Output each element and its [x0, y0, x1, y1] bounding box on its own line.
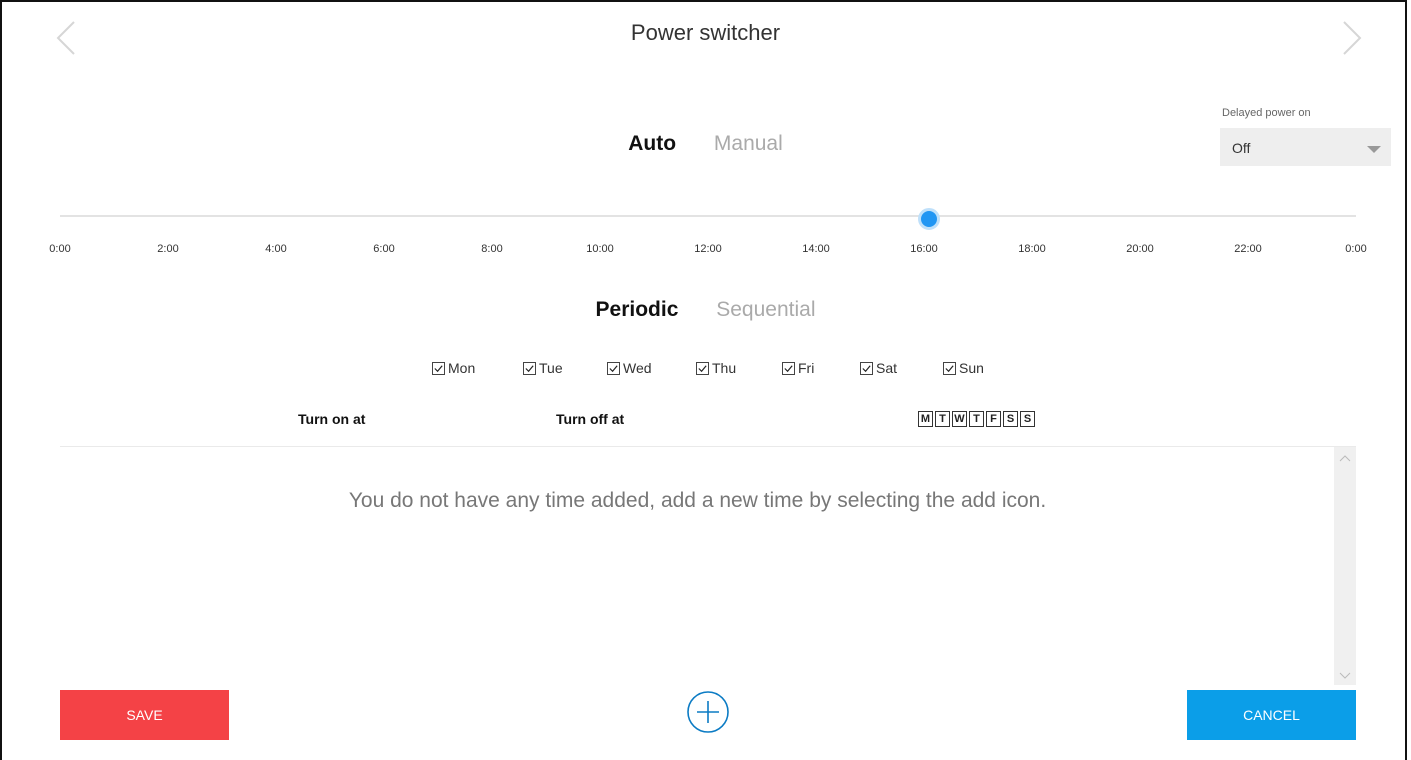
day-label: Sat	[876, 360, 898, 376]
mode-tabs: Auto Manual	[0, 132, 1411, 156]
weekday-letter: S	[1003, 411, 1018, 427]
tab-sequential[interactable]: Sequential	[716, 298, 815, 322]
day-label: Mon	[448, 360, 476, 376]
checkbox-checked-icon[interactable]	[860, 361, 873, 375]
timeline-tick: 10:00	[586, 243, 614, 255]
weekday-letter: T	[969, 411, 984, 427]
timeline-tick: 16:00	[910, 243, 938, 255]
day-checkbox-mon[interactable]: Mon	[432, 360, 475, 376]
plus-circle-icon[interactable]	[686, 690, 730, 734]
timeline-track[interactable]	[60, 215, 1356, 217]
day-label: Fri	[798, 360, 815, 376]
timeline-tick: 22:00	[1234, 243, 1262, 255]
scroll-down-icon[interactable]	[1339, 669, 1351, 681]
day-checkbox-tue[interactable]: Tue	[523, 360, 563, 376]
timeline-tick: 20:00	[1126, 243, 1154, 255]
checkbox-checked-icon[interactable]	[607, 361, 620, 375]
weekday-letter: M	[918, 411, 933, 427]
checkbox-checked-icon[interactable]	[523, 361, 536, 375]
tab-periodic[interactable]: Periodic	[596, 298, 679, 322]
day-label: Thu	[712, 360, 737, 376]
day-label: Sun	[959, 360, 984, 376]
empty-message: You do not have any time added, add a ne…	[348, 489, 1047, 512]
timeline-tick: 8:00	[481, 243, 503, 255]
weekday-letter: T	[935, 411, 950, 427]
cancel-button[interactable]: CANCEL	[1187, 690, 1356, 740]
day-checkbox-thu[interactable]: Thu	[696, 360, 736, 376]
turn-off-header: Turn off at	[556, 411, 625, 427]
weekday-letter: S	[1020, 411, 1035, 427]
page-title: Power switcher	[630, 20, 781, 45]
day-checkbox-sun[interactable]: Sun	[943, 360, 984, 376]
timeline-tick: 6:00	[373, 243, 395, 255]
timeline-tick: 4:00	[265, 243, 287, 255]
timeline-tick: 12:00	[694, 243, 722, 255]
checkbox-checked-icon[interactable]	[782, 361, 795, 375]
timeline-tick: 18:00	[1018, 243, 1046, 255]
schedule-tabs: Periodic Sequential	[0, 298, 1411, 322]
day-checkbox-sat[interactable]: Sat	[860, 360, 897, 376]
day-label: Tue	[539, 360, 563, 376]
day-checkbox-wed[interactable]: Wed	[607, 360, 652, 376]
checkbox-checked-icon[interactable]	[432, 361, 445, 375]
day-checkbox-fri[interactable]: Fri	[782, 360, 814, 376]
turn-on-header: Turn on at	[298, 411, 366, 427]
day-label: Wed	[623, 360, 652, 376]
scrollbar[interactable]	[1334, 447, 1356, 685]
delayed-power-label: Delayed power on	[1222, 107, 1311, 119]
time-list: You do not have any time added, add a ne…	[60, 446, 1356, 687]
checkbox-checked-icon[interactable]	[696, 361, 709, 375]
weekday-letter: W	[952, 411, 967, 427]
weekday-header: MTWTFSS	[918, 411, 1035, 427]
weekday-letter: F	[986, 411, 1001, 427]
save-button[interactable]: SAVE	[60, 690, 229, 740]
scroll-up-icon[interactable]	[1339, 453, 1351, 465]
timeline-tick: 0:00	[1345, 243, 1367, 255]
tab-manual[interactable]: Manual	[714, 132, 783, 156]
timeline-tick: 0:00	[49, 243, 71, 255]
timeline-tick: 14:00	[802, 243, 830, 255]
tab-auto[interactable]: Auto	[628, 132, 676, 156]
timeline-tick: 2:00	[157, 243, 179, 255]
checkbox-checked-icon[interactable]	[943, 361, 956, 375]
